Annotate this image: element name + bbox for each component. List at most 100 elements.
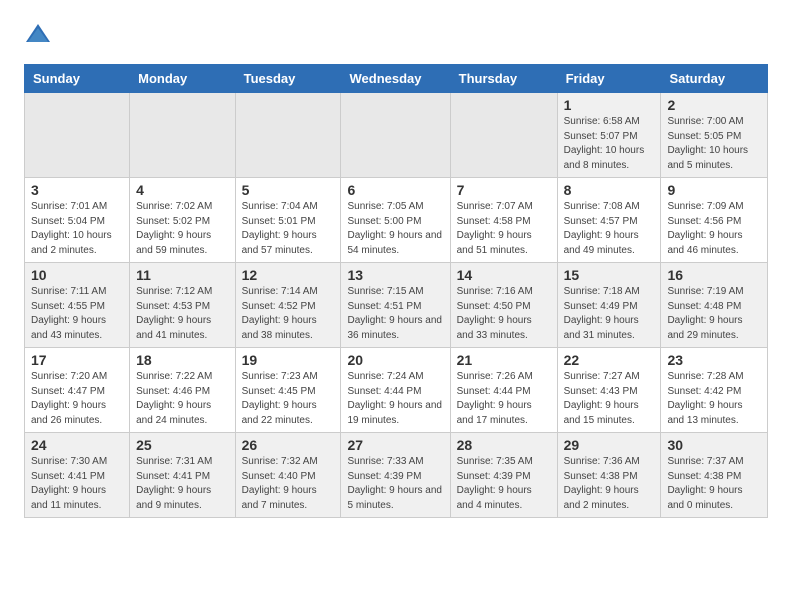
day-info: Sunrise: 7:36 AM Sunset: 4:38 PM Dayligh… xyxy=(564,455,655,513)
day-info: Sunrise: 7:22 AM Sunset: 4:46 PM Dayligh… xyxy=(136,370,228,428)
calendar-cell: 15Sunrise: 7:18 AM Sunset: 4:49 PM Dayli… xyxy=(557,263,661,348)
day-number: 28 xyxy=(457,437,551,453)
calendar-cell: 21 Sunrise: 7:26 AM Sunset: 4:44 PM Dayli… xyxy=(450,348,557,433)
calendar-cell: 14 Sunrise: 7:16 AM Sunset: 4:50 PM Dayli… xyxy=(450,263,557,348)
calendar-week-row: 3 Sunrise: 7:01 AM Sunset: 5:04 PM Daylig… xyxy=(25,178,768,263)
day-number: 13 xyxy=(347,267,443,283)
day-info: Sunrise: 7:12 AM Sunset: 4:53 PM Dayligh… xyxy=(136,285,228,343)
calendar-cell: 29 Sunrise: 7:36 AM Sunset: 4:38 PM Dayli… xyxy=(557,433,661,518)
calendar-header-saturday: Saturday xyxy=(661,65,768,93)
day-info: Sunrise: 6:58 AM Sunset: 5:07 PM Dayligh… xyxy=(564,115,655,173)
day-number: 15 xyxy=(564,267,655,283)
day-number: 8 xyxy=(564,182,655,198)
day-number: 2 xyxy=(667,97,761,113)
day-number: 7 xyxy=(457,182,551,198)
calendar-cell: 20 Sunrise: 7:24 AM Sunset: 4:44 PM Dayli… xyxy=(341,348,450,433)
calendar-cell: 28 Sunrise: 7:35 AM Sunset: 4:39 PM Dayli… xyxy=(450,433,557,518)
day-info: Sunrise: 7:09 AM Sunset: 4:56 PM Dayligh… xyxy=(667,200,761,258)
day-number: 5 xyxy=(242,182,335,198)
day-info: Sunrise: 7:14 AM Sunset: 4:52 PM Dayligh… xyxy=(242,285,335,343)
day-info: Sunrise: 7:02 AM Sunset: 5:02 PM Dayligh… xyxy=(136,200,228,258)
calendar-header-wednesday: Wednesday xyxy=(341,65,450,93)
calendar-cell: 23Sunrise: 7:28 AM Sunset: 4:42 PM Dayli… xyxy=(661,348,768,433)
day-number: 22 xyxy=(564,352,655,368)
day-info: Sunrise: 7:33 AM Sunset: 4:39 PM Dayligh… xyxy=(347,455,443,513)
day-number: 29 xyxy=(564,437,655,453)
day-number: 24 xyxy=(31,437,123,453)
calendar-cell: 3 Sunrise: 7:01 AM Sunset: 5:04 PM Daylig… xyxy=(25,178,130,263)
day-info: Sunrise: 7:35 AM Sunset: 4:39 PM Dayligh… xyxy=(457,455,551,513)
calendar-header-tuesday: Tuesday xyxy=(235,65,341,93)
page: SundayMondayTuesdayWednesdayThursdayFrid… xyxy=(0,0,792,538)
calendar-cell: 2 Sunrise: 7:00 AM Sunset: 5:05 PM Daylig… xyxy=(661,93,768,178)
calendar-cell: 8Sunrise: 7:08 AM Sunset: 4:57 PM Daylig… xyxy=(557,178,661,263)
day-number: 4 xyxy=(136,182,228,198)
day-info: Sunrise: 7:04 AM Sunset: 5:01 PM Dayligh… xyxy=(242,200,335,258)
day-info: Sunrise: 7:16 AM Sunset: 4:50 PM Dayligh… xyxy=(457,285,551,343)
day-number: 20 xyxy=(347,352,443,368)
calendar-cell: 4 Sunrise: 7:02 AM Sunset: 5:02 PM Daylig… xyxy=(130,178,235,263)
calendar-cell: 10 Sunrise: 7:11 AM Sunset: 4:55 PM Dayli… xyxy=(25,263,130,348)
day-number: 11 xyxy=(136,267,228,283)
day-number: 9 xyxy=(667,182,761,198)
calendar-cell: 26 Sunrise: 7:32 AM Sunset: 4:40 PM Dayli… xyxy=(235,433,341,518)
day-info: Sunrise: 7:00 AM Sunset: 5:05 PM Dayligh… xyxy=(667,115,761,173)
day-number: 23 xyxy=(667,352,761,368)
calendar-cell: 27 Sunrise: 7:33 AM Sunset: 4:39 PM Dayli… xyxy=(341,433,450,518)
calendar-cell: 22Sunrise: 7:27 AM Sunset: 4:43 PM Dayli… xyxy=(557,348,661,433)
day-number: 6 xyxy=(347,182,443,198)
day-info: Sunrise: 7:15 AM Sunset: 4:51 PM Dayligh… xyxy=(347,285,443,343)
day-number: 3 xyxy=(31,182,123,198)
calendar-header-monday: Monday xyxy=(130,65,235,93)
day-number: 25 xyxy=(136,437,228,453)
calendar-cell: 11 Sunrise: 7:12 AM Sunset: 4:53 PM Dayli… xyxy=(130,263,235,348)
day-number: 17 xyxy=(31,352,123,368)
day-info: Sunrise: 7:07 AM Sunset: 4:58 PM Dayligh… xyxy=(457,200,551,258)
calendar-cell: 9 Sunrise: 7:09 AM Sunset: 4:56 PM Daylig… xyxy=(661,178,768,263)
calendar-cell xyxy=(341,93,450,178)
day-info: Sunrise: 7:23 AM Sunset: 4:45 PM Dayligh… xyxy=(242,370,335,428)
header xyxy=(24,20,768,48)
calendar-cell: 7 Sunrise: 7:07 AM Sunset: 4:58 PM Daylig… xyxy=(450,178,557,263)
calendar-header-friday: Friday xyxy=(557,65,661,93)
day-number: 1 xyxy=(564,97,655,113)
calendar: SundayMondayTuesdayWednesdayThursdayFrid… xyxy=(24,64,768,518)
day-number: 27 xyxy=(347,437,443,453)
day-number: 14 xyxy=(457,267,551,283)
day-info: Sunrise: 7:37 AM Sunset: 4:38 PM Dayligh… xyxy=(667,455,761,513)
calendar-cell xyxy=(450,93,557,178)
day-info: Sunrise: 7:30 AM Sunset: 4:41 PM Dayligh… xyxy=(31,455,123,513)
logo-icon xyxy=(24,20,52,48)
day-number: 18 xyxy=(136,352,228,368)
day-info: Sunrise: 7:20 AM Sunset: 4:47 PM Dayligh… xyxy=(31,370,123,428)
day-info: Sunrise: 7:24 AM Sunset: 4:44 PM Dayligh… xyxy=(347,370,443,428)
calendar-cell: 25 Sunrise: 7:31 AM Sunset: 4:41 PM Dayli… xyxy=(130,433,235,518)
day-info: Sunrise: 7:31 AM Sunset: 4:41 PM Dayligh… xyxy=(136,455,228,513)
day-info: Sunrise: 7:01 AM Sunset: 5:04 PM Dayligh… xyxy=(31,200,123,258)
calendar-cell: 18 Sunrise: 7:22 AM Sunset: 4:46 PM Dayli… xyxy=(130,348,235,433)
calendar-week-row: 17 Sunrise: 7:20 AM Sunset: 4:47 PM Dayli… xyxy=(25,348,768,433)
calendar-header-row: SundayMondayTuesdayWednesdayThursdayFrid… xyxy=(25,65,768,93)
day-info: Sunrise: 7:26 AM Sunset: 4:44 PM Dayligh… xyxy=(457,370,551,428)
calendar-cell: 13 Sunrise: 7:15 AM Sunset: 4:51 PM Dayli… xyxy=(341,263,450,348)
calendar-cell: 17 Sunrise: 7:20 AM Sunset: 4:47 PM Dayli… xyxy=(25,348,130,433)
day-info: Sunrise: 7:05 AM Sunset: 5:00 PM Dayligh… xyxy=(347,200,443,258)
day-info: Sunrise: 7:11 AM Sunset: 4:55 PM Dayligh… xyxy=(31,285,123,343)
calendar-cell: 16Sunrise: 7:19 AM Sunset: 4:48 PM Dayli… xyxy=(661,263,768,348)
calendar-week-row: 24 Sunrise: 7:30 AM Sunset: 4:41 PM Dayli… xyxy=(25,433,768,518)
calendar-header-sunday: Sunday xyxy=(25,65,130,93)
day-info: Sunrise: 7:32 AM Sunset: 4:40 PM Dayligh… xyxy=(242,455,335,513)
day-number: 30 xyxy=(667,437,761,453)
calendar-week-row: 10 Sunrise: 7:11 AM Sunset: 4:55 PM Dayli… xyxy=(25,263,768,348)
day-number: 21 xyxy=(457,352,551,368)
calendar-cell: 24 Sunrise: 7:30 AM Sunset: 4:41 PM Dayli… xyxy=(25,433,130,518)
day-number: 26 xyxy=(242,437,335,453)
calendar-cell: 19Sunrise: 7:23 AM Sunset: 4:45 PM Dayli… xyxy=(235,348,341,433)
calendar-cell: 30 Sunrise: 7:37 AM Sunset: 4:38 PM Dayli… xyxy=(661,433,768,518)
day-info: Sunrise: 7:19 AM Sunset: 4:48 PM Dayligh… xyxy=(667,285,761,343)
calendar-cell xyxy=(25,93,130,178)
calendar-cell xyxy=(235,93,341,178)
logo xyxy=(24,20,56,48)
day-number: 10 xyxy=(31,267,123,283)
calendar-cell xyxy=(130,93,235,178)
